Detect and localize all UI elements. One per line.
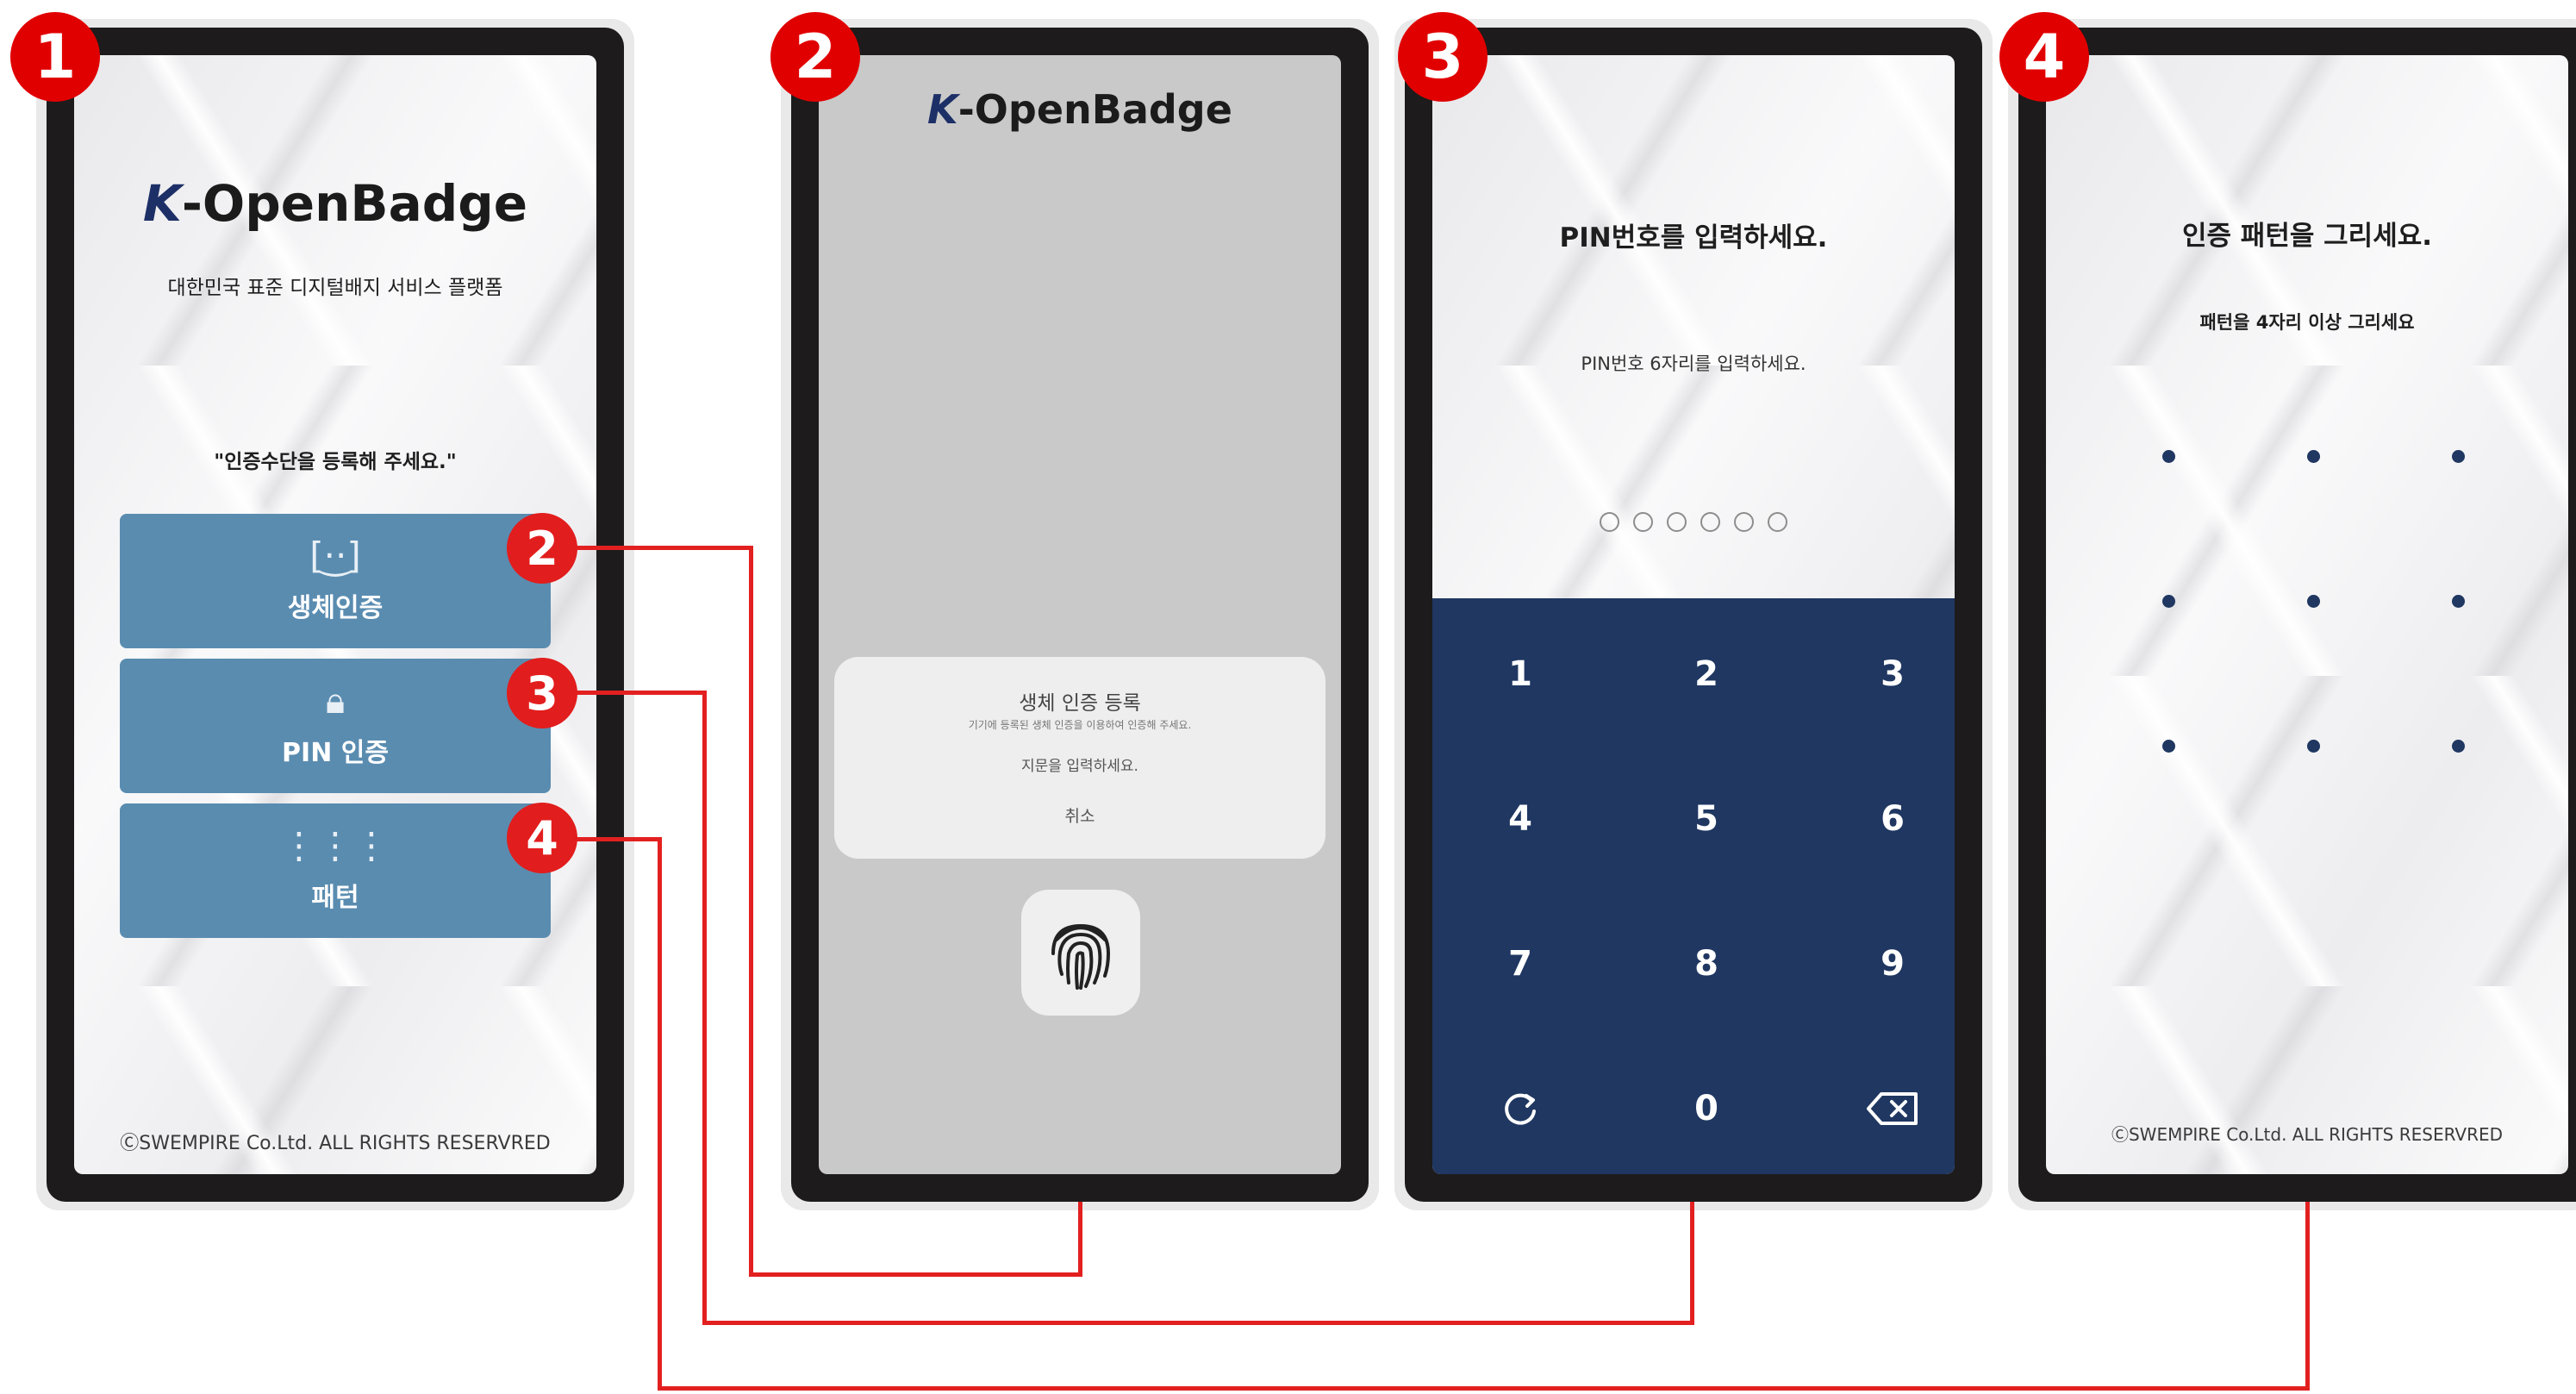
pin-digit-circle [1667,512,1687,532]
screen-4: 인증 패턴을 그리세요. 패턴을 4자리 이상 그리세요 ⒸSWEMPIRE C… [2046,55,2568,1174]
step-badge-2: 2 [770,12,860,102]
key-3[interactable]: 3 [1799,602,1955,747]
pattern-grid[interactable] [2046,55,2568,831]
key-5[interactable]: 5 [1613,747,1799,891]
pattern-dot[interactable] [2162,740,2175,753]
pattern-dot[interactable] [2452,740,2465,753]
pin-digit-circle [1768,512,1787,532]
pattern-dot[interactable] [2307,740,2320,753]
pattern-auth-label: 패턴 [311,883,359,913]
biometric-callout-badge: 2 [507,513,577,584]
key-2[interactable]: 2 [1613,602,1799,747]
pattern-dot[interactable] [2452,595,2465,608]
pattern-dot[interactable] [2162,595,2175,608]
phone-1-frame: K-OpenBadge 대한민국 표준 디지털배지 서비스 플랫폼 "인증수단을… [47,28,624,1202]
key-9[interactable]: 9 [1799,891,1955,1036]
screen-1: K-OpenBadge 대한민국 표준 디지털배지 서비스 플랫폼 "인증수단을… [74,55,596,1174]
dialog-instruction: 지문을 입력하세요. [1021,758,1138,775]
pin-indicator [1432,512,1955,535]
fingerprint-button[interactable] [1021,890,1140,1016]
copyright-text: ⒸSWEMPIRE Co.Ltd. ALL RIGHTS RESERVRED [2111,1124,2504,1145]
auth-method-list: [·͜·] 생체인증 🔒︎ PIN 인증 ⋮⋮⋮ 패턴 [120,514,551,945]
fingerprint-icon [1051,923,1111,990]
pattern-dot[interactable] [2307,450,2320,463]
k-openbadge-logo: K-OpenBadge [142,174,528,233]
k-openbadge-logo: K-OpenBadge [927,86,1232,133]
key-8[interactable]: 8 [1613,891,1799,1036]
pin-auth-button[interactable]: 🔒︎ PIN 인증 [120,659,551,793]
step-badge-4: 4 [1999,12,2089,102]
screen-3: PIN번호를 입력하세요. PIN번호 6자리를 입력하세요. 123 456 78… [1432,55,1955,1174]
pin-digit-circle [1734,512,1754,532]
step-badge-1: 1 [10,12,100,102]
refresh-icon [1505,1093,1536,1125]
key-0[interactable]: 0 [1613,1036,1799,1174]
key-1[interactable]: 1 [1432,602,1613,747]
cancel-button[interactable]: 취소 [834,803,1325,827]
register-prompt: "인증수단을 등록해 주세요." [214,451,457,473]
pin-callout-badge: 3 [507,658,577,728]
phone-4-frame: 인증 패턴을 그리세요. 패턴을 4자리 이상 그리세요 ⒸSWEMPIRE C… [2018,28,2576,1202]
key-6[interactable]: 6 [1799,747,1955,891]
backspace-key[interactable] [1799,1036,1955,1174]
pin-auth-label: PIN 인증 [282,738,389,768]
refresh-key[interactable] [1432,1036,1613,1174]
face-scan-icon: [·͜·] [309,534,361,577]
pattern-auth-button[interactable]: ⋮⋮⋮ 패턴 [120,803,551,938]
copyright-text: ⒸSWEMPIRE Co.Ltd. ALL RIGHTS RESERVRED [120,1133,551,1154]
pattern-grid-icon: ⋮⋮⋮ [281,824,390,866]
pin-digit-circle [1600,512,1619,532]
lock-icon: 🔒︎ [325,679,346,722]
pattern-dot[interactable] [2162,450,2175,463]
key-7[interactable]: 7 [1432,891,1613,1036]
pattern-dot[interactable] [2452,450,2465,463]
backspace-icon [1867,1092,1918,1125]
pin-title: PIN번호를 입력하세요. [1559,222,1828,253]
key-4[interactable]: 4 [1432,747,1613,891]
pin-subtitle: PIN번호 6자리를 입력하세요. [1581,353,1806,374]
service-subtitle: 대한민국 표준 디지털배지 서비스 플랫폼 [167,277,503,299]
biometric-dialog: 생체 인증 등록 기기에 등록된 생체 인증을 이용하여 인증해 주세요. 지문… [834,657,1325,859]
pattern-callout-badge: 4 [507,803,577,873]
pin-digit-circle [1633,512,1653,532]
phone-3-frame: PIN번호를 입력하세요. PIN번호 6자리를 입력하세요. 123 456 78… [1405,28,1982,1202]
phone-2-frame: K-OpenBadge 생체 인증 등록 기기에 등록된 생체 인증을 이용하여… [791,28,1369,1202]
step-badge-3: 3 [1398,12,1488,102]
pattern-dot[interactable] [2307,595,2320,608]
biometric-auth-label: 생체인증 [287,593,384,623]
screen-2: K-OpenBadge 생체 인증 등록 기기에 등록된 생체 인증을 이용하여… [819,55,1341,1174]
pin-digit-circle [1700,512,1720,532]
dialog-subtitle: 기기에 등록된 생체 인증을 이용하여 인증해 주세요. [968,719,1192,731]
biometric-auth-button[interactable]: [·͜·] 생체인증 [120,514,551,648]
pin-keypad: 123 456 7890 [1432,598,1955,1174]
dialog-title: 생체 인증 등록 [1019,692,1141,715]
